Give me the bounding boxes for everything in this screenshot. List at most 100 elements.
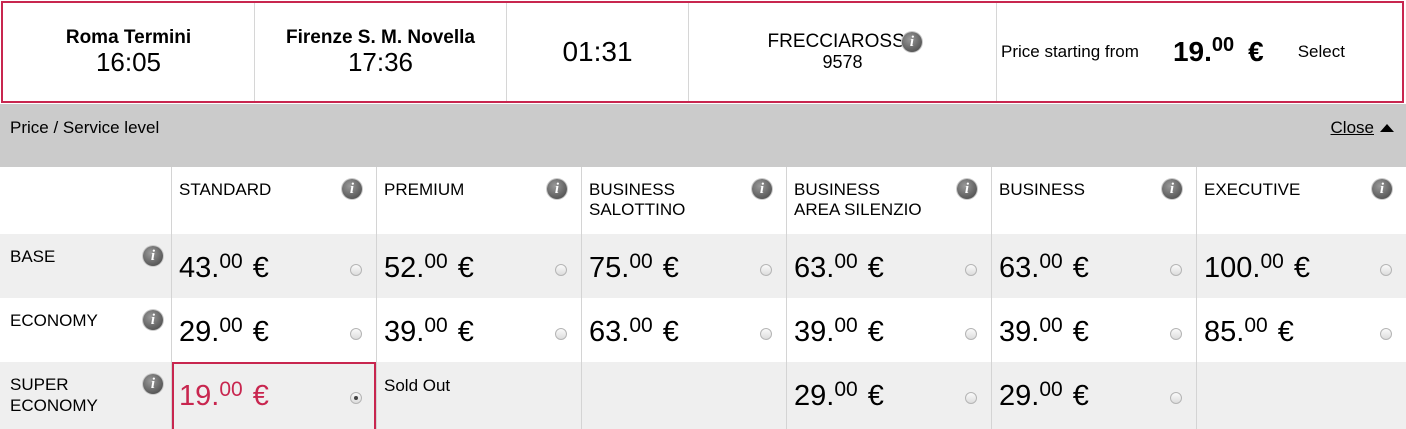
train-name: FRECCIAROSSA: [767, 31, 918, 52]
select-button[interactable]: Select: [1298, 42, 1345, 62]
train-number: 9578: [822, 52, 863, 72]
arrival-cell: Firenze S. M. Novella 17:36: [255, 3, 507, 101]
arrival-time: 17:36: [347, 47, 414, 77]
radio-button[interactable]: [1170, 392, 1182, 404]
radio-button[interactable]: [760, 328, 772, 340]
departure-cell: Roma Termini 16:05: [3, 3, 255, 101]
duration: 01:31: [562, 36, 633, 67]
sold-out-label: Sold Out: [384, 376, 451, 395]
radio-button[interactable]: [1380, 264, 1392, 276]
price: 29.00 €: [179, 314, 269, 348]
info-icon[interactable]: i: [547, 179, 567, 199]
fare-row-economy: ECONOMY i 29.00 € 39.00 € 63.00 € 39.00 € 39…: [0, 298, 1406, 362]
empty-cell: [582, 362, 787, 429]
price-option[interactable]: 43.00 €: [172, 234, 377, 298]
empty-cell: [1197, 362, 1406, 429]
radio-button[interactable]: [965, 264, 977, 276]
price-label: Price starting from: [1001, 42, 1139, 61]
radio-button[interactable]: [1170, 328, 1182, 340]
price: 85.00 €: [1204, 314, 1294, 348]
price-option[interactable]: 52.00 €: [377, 234, 582, 298]
duration-cell: 01:31: [507, 3, 689, 101]
corner-cell: [0, 167, 172, 234]
price-option[interactable]: 63.00 €: [582, 298, 787, 362]
price: 39.00 €: [999, 314, 1089, 348]
radio-button[interactable]: [555, 264, 567, 276]
price-option[interactable]: 63.00 €: [992, 234, 1197, 298]
price: 29.00 €: [794, 378, 884, 412]
info-icon[interactable]: i: [1162, 179, 1182, 199]
price-option[interactable]: 75.00 €: [582, 234, 787, 298]
info-icon[interactable]: i: [752, 179, 772, 199]
fare-type-cell: BASE i: [0, 234, 172, 298]
price: 63.00 €: [589, 314, 679, 348]
info-icon[interactable]: i: [143, 310, 163, 330]
price-option-selected[interactable]: 19.00 €: [172, 362, 377, 429]
price-panel-header: Price / Service level Close: [0, 104, 1406, 167]
fare-type-name: BASE: [10, 247, 56, 266]
price-option[interactable]: 63.00 €: [787, 234, 992, 298]
info-icon[interactable]: i: [342, 179, 362, 199]
radio-button[interactable]: [760, 264, 772, 276]
radio-button[interactable]: [1380, 328, 1392, 340]
radio-button[interactable]: [350, 264, 362, 276]
price: 39.00 €: [794, 314, 884, 348]
price: 19.00 €: [179, 378, 269, 412]
radio-button[interactable]: [1170, 264, 1182, 276]
triangle-up-icon[interactable]: [1380, 124, 1394, 132]
radio-button[interactable]: [350, 328, 362, 340]
starting-price-dec: 00: [1211, 34, 1235, 56]
price: 43.00 €: [179, 250, 269, 284]
info-icon[interactable]: i: [902, 32, 922, 52]
price-option[interactable]: 85.00 €: [1197, 298, 1406, 362]
fare-type-cell: ECONOMY i: [0, 298, 172, 362]
service-name: BUSINESS AREA SILENZIO: [794, 180, 922, 219]
service-header-business-area-silenzio: BUSINESS AREA SILENZIO i: [787, 167, 992, 234]
service-header-row: STANDARD i PREMIUM i BUSINESS SALOTTINO i…: [0, 167, 1406, 234]
service-name: EXECUTIVE: [1204, 180, 1301, 199]
price-option[interactable]: 29.00 €: [992, 362, 1197, 429]
arrival-station: Firenze S. M. Novella: [286, 27, 475, 48]
price-cell: Price starting from 19.00 € Select: [997, 3, 1402, 101]
fare-type-cell: SUPER ECONOMY i: [0, 362, 172, 429]
radio-button[interactable]: [965, 392, 977, 404]
departure-time: 16:05: [95, 47, 162, 77]
price-option[interactable]: 39.00 €: [787, 298, 992, 362]
radio-button[interactable]: [965, 328, 977, 340]
info-icon[interactable]: i: [143, 374, 163, 394]
radio-button-selected[interactable]: [350, 392, 362, 404]
starting-price-int: 19.: [1172, 36, 1212, 67]
service-name: PREMIUM: [384, 180, 465, 199]
currency-symbol: €: [1248, 36, 1264, 67]
service-header-executive: EXECUTIVE i: [1197, 167, 1406, 234]
service-name: BUSINESS: [999, 180, 1085, 199]
service-name: STANDARD: [179, 180, 272, 199]
info-icon[interactable]: i: [1372, 179, 1392, 199]
price-option[interactable]: 29.00 €: [172, 298, 377, 362]
service-header-standard: STANDARD i: [172, 167, 377, 234]
price-option[interactable]: 39.00 €: [377, 298, 582, 362]
info-icon[interactable]: i: [143, 246, 163, 266]
fare-row-base: BASE i 43.00 € 52.00 € 75.00 € 63.00 € 63.00…: [0, 234, 1406, 298]
price: 63.00 €: [999, 250, 1089, 284]
price-option[interactable]: 100.00 €: [1197, 234, 1406, 298]
radio-button[interactable]: [555, 328, 567, 340]
price: 52.00 €: [384, 250, 474, 284]
price: 75.00 €: [589, 250, 679, 284]
price-option[interactable]: 29.00 €: [787, 362, 992, 429]
price: 39.00 €: [384, 314, 474, 348]
service-header-business: BUSINESS i: [992, 167, 1197, 234]
price-option[interactable]: 39.00 €: [992, 298, 1197, 362]
price: 29.00 €: [999, 378, 1089, 412]
panel-title: Price / Service level: [10, 118, 160, 137]
sold-out-cell: Sold Out: [377, 362, 582, 429]
service-header-premium: PREMIUM i: [377, 167, 582, 234]
fare-row-super-economy: SUPER ECONOMY i 19.00 € Sold Out 29.00 € 29…: [0, 362, 1406, 429]
fare-grid: STANDARD i PREMIUM i BUSINESS SALOTTINO i…: [0, 167, 1406, 429]
info-icon[interactable]: i: [957, 179, 977, 199]
starting-price: 19.00: [1172, 34, 1235, 68]
fare-type-name: SUPER ECONOMY: [10, 375, 98, 415]
fare-type-name: ECONOMY: [10, 311, 98, 330]
price: 100.00 €: [1204, 250, 1310, 284]
close-link[interactable]: Close: [1331, 118, 1374, 138]
